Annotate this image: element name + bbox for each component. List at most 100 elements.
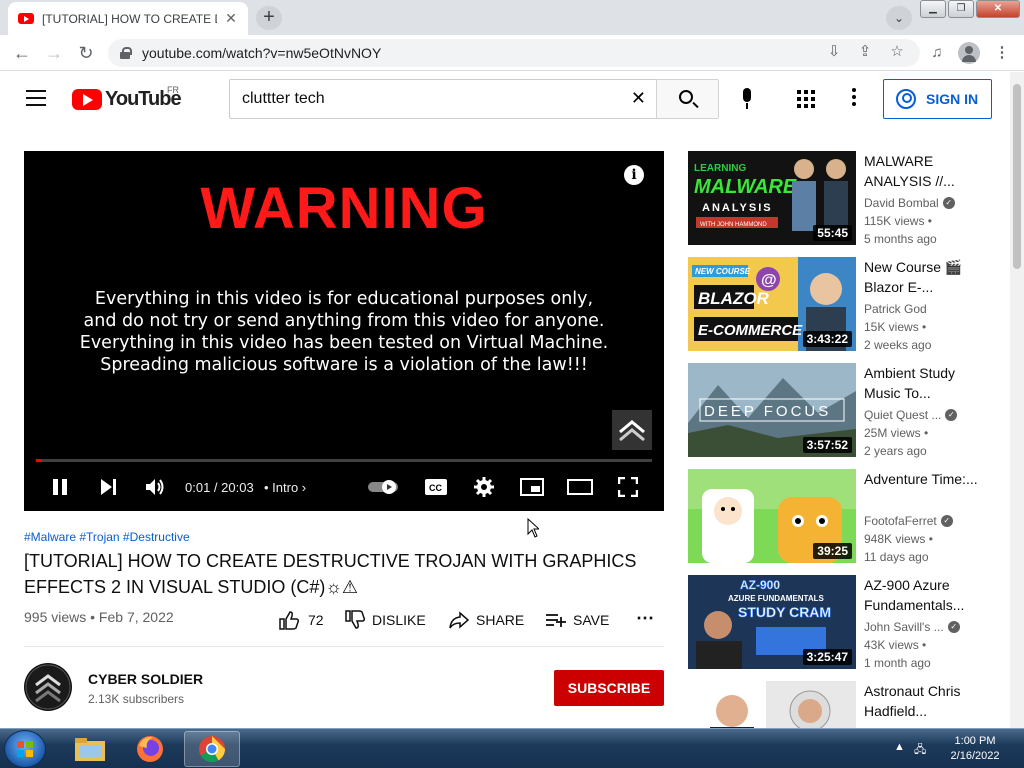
related-video-title: MALWARE ANALYSIS //... xyxy=(864,153,955,189)
progress-played xyxy=(36,459,43,462)
minimize-button[interactable]: ▁ xyxy=(920,0,946,18)
autoplay-toggle[interactable] xyxy=(366,471,402,503)
address-bar[interactable]: youtube.com/watch?v=nw5eOtNvNOY ⇩ ⇪ ☆ xyxy=(108,39,920,67)
more-actions-icon[interactable]: ⋯ xyxy=(636,606,654,630)
install-icon[interactable]: ⇩ xyxy=(823,42,845,60)
media-control-icon[interactable]: ♫ xyxy=(925,41,949,65)
svg-text:MALWARE: MALWARE xyxy=(694,176,797,198)
browser-toolbar: ← → ↻ youtube.com/watch?v=nw5eOtNvNOY ⇩ … xyxy=(0,35,1024,71)
close-tab-icon[interactable]: ✕ xyxy=(222,10,240,27)
related-video[interactable]: Astronaut Chris Hadfield... xyxy=(688,681,998,728)
share-button[interactable]: SHARE xyxy=(448,608,524,632)
settings-gear-icon[interactable] xyxy=(470,471,498,503)
guide-menu-icon[interactable] xyxy=(26,90,46,106)
view-count-date: 995 views • Feb 7, 2022 xyxy=(24,609,174,625)
related-channel-name: Quiet Quest ... ✓ xyxy=(864,408,958,422)
window-controls: ▁ ❐ ✕ xyxy=(918,0,1020,18)
apps-grid-icon[interactable] xyxy=(797,90,815,108)
like-button[interactable]: 72 xyxy=(278,608,324,632)
video-thumbnail[interactable]: LEARNING MALWARE ANALYSIS WITH JOHN HAMM… xyxy=(688,151,856,245)
progress-bar[interactable] xyxy=(36,459,652,462)
subscriber-count: 2.13K subscribers xyxy=(88,692,185,706)
windows-taskbar: ▲ 🖧 1:00 PM 2/16/2022 xyxy=(0,728,1024,768)
related-video-title: Astronaut Chris Hadfield... xyxy=(864,683,961,719)
search-icon xyxy=(679,90,693,104)
svg-text:AZ-900: AZ-900 xyxy=(740,578,780,592)
pause-icon[interactable] xyxy=(46,471,74,503)
dislike-button[interactable]: DISLIKE xyxy=(344,608,426,632)
divider xyxy=(24,646,664,647)
search-button[interactable] xyxy=(656,79,719,119)
related-video[interactable]: NEW COURSE BLAZOR E-COMMERCE @ 3:43:22 N… xyxy=(688,257,998,352)
related-video[interactable]: DEEP FOCUS 3:57:52 Ambient Study Music T… xyxy=(688,363,998,458)
network-icon[interactable]: 🖧 xyxy=(914,741,926,760)
svg-text:STUDY CRAM: STUDY CRAM xyxy=(738,604,831,620)
file-explorer-icon[interactable] xyxy=(62,731,118,767)
video-duration: 3:25:47 xyxy=(802,649,852,665)
profile-icon[interactable] xyxy=(957,41,981,65)
video-thumbnail[interactable]: NEW COURSE BLAZOR E-COMMERCE @ 3:43:22 xyxy=(688,257,856,351)
theater-mode-icon[interactable] xyxy=(566,471,594,503)
youtube-header: YouTube FR ✕ SIGN IN xyxy=(0,72,1010,128)
scrollbar-thumb[interactable] xyxy=(1013,84,1021,269)
voice-search-button[interactable] xyxy=(730,82,764,116)
verified-icon: ✓ xyxy=(947,621,960,633)
clear-search-icon[interactable]: ✕ xyxy=(631,88,646,109)
show-hidden-icons[interactable]: ▲ xyxy=(894,741,905,753)
browser-tab[interactable]: [TUTORIAL] HOW TO CREATE DESTRUCTIVE TRO… xyxy=(8,2,248,35)
video-thumbnail[interactable]: DEEP FOCUS 3:57:52 xyxy=(688,363,856,457)
firefox-icon[interactable] xyxy=(122,731,178,767)
save-playlist-icon xyxy=(546,614,566,627)
verified-icon: ✓ xyxy=(940,515,953,527)
related-video[interactable]: 39:25 Adventure Time:... FootofaFerret ✓ … xyxy=(688,469,998,564)
sign-in-button[interactable]: SIGN IN xyxy=(883,79,992,119)
youtube-logo[interactable]: YouTube xyxy=(72,88,182,111)
settings-more-icon[interactable] xyxy=(852,88,858,108)
chapter-title[interactable]: • Intro › xyxy=(264,480,306,495)
verified-icon: ✓ xyxy=(942,197,955,209)
youtube-favicon-icon xyxy=(18,13,34,24)
search-input[interactable] xyxy=(242,90,612,108)
save-button[interactable]: SAVE xyxy=(545,608,609,632)
svg-text:LEARNING: LEARNING xyxy=(694,163,746,174)
video-player[interactable]: WARNING Everything in this video is for … xyxy=(24,151,664,511)
new-tab-button[interactable]: + xyxy=(256,6,282,30)
video-thumbnail[interactable] xyxy=(688,681,856,728)
forward-icon[interactable]: → xyxy=(42,41,66,65)
video-duration: 39:25 xyxy=(813,543,852,559)
related-video[interactable]: AZ-900 AZURE FUNDAMENTALS STUDY CRAM 3:2… xyxy=(688,575,998,670)
fullscreen-icon[interactable] xyxy=(614,471,642,503)
related-views: 948K views • xyxy=(864,532,933,546)
channel-name[interactable]: CYBER SOLDIER xyxy=(88,671,203,687)
subscribe-button[interactable]: SUBSCRIBE xyxy=(554,670,664,706)
related-age: 1 month ago xyxy=(864,656,931,670)
tab-search-button[interactable]: ⌄ xyxy=(886,6,912,30)
video-thumbnail[interactable]: 39:25 xyxy=(688,469,856,563)
channel-watermark[interactable] xyxy=(612,410,652,450)
video-title: [TUTORIAL] HOW TO CREATE DESTRUCTIVE TRO… xyxy=(24,551,637,597)
windows-start-icon[interactable] xyxy=(4,730,46,768)
chrome-icon[interactable] xyxy=(184,731,240,767)
back-icon[interactable]: ← xyxy=(10,41,34,65)
warning-line: Everything in this video has been tested… xyxy=(79,333,609,353)
next-icon[interactable] xyxy=(94,471,122,503)
related-video[interactable]: LEARNING MALWARE ANALYSIS WITH JOHN HAMM… xyxy=(688,151,998,246)
miniplayer-icon[interactable] xyxy=(518,471,546,503)
info-icon[interactable]: i xyxy=(624,165,644,185)
share-page-icon[interactable]: ⇪ xyxy=(854,42,876,60)
warning-line: Spreading malicious software is a violat… xyxy=(100,355,588,375)
related-video-title: Ambient Study Music To... xyxy=(864,365,956,401)
maximize-button[interactable]: ❐ xyxy=(948,0,974,18)
page-scrollbar[interactable] xyxy=(1010,72,1024,728)
volume-icon[interactable] xyxy=(140,471,170,503)
reload-icon[interactable]: ↻ xyxy=(74,41,98,65)
captions-icon[interactable]: CC xyxy=(422,471,450,503)
bookmark-star-icon[interactable]: ☆ xyxy=(886,42,908,60)
lock-icon[interactable] xyxy=(120,47,132,59)
browser-menu-icon[interactable]: ⋮ xyxy=(990,41,1014,65)
channel-avatar[interactable] xyxy=(24,663,72,711)
system-clock[interactable]: 1:00 PM 2/16/2022 xyxy=(946,734,1004,764)
close-window-button[interactable]: ✕ xyxy=(976,0,1020,18)
hashtags[interactable]: #Malware #Trojan #Destructive xyxy=(24,530,190,544)
video-thumbnail[interactable]: AZ-900 AZURE FUNDAMENTALS STUDY CRAM 3:2… xyxy=(688,575,856,669)
